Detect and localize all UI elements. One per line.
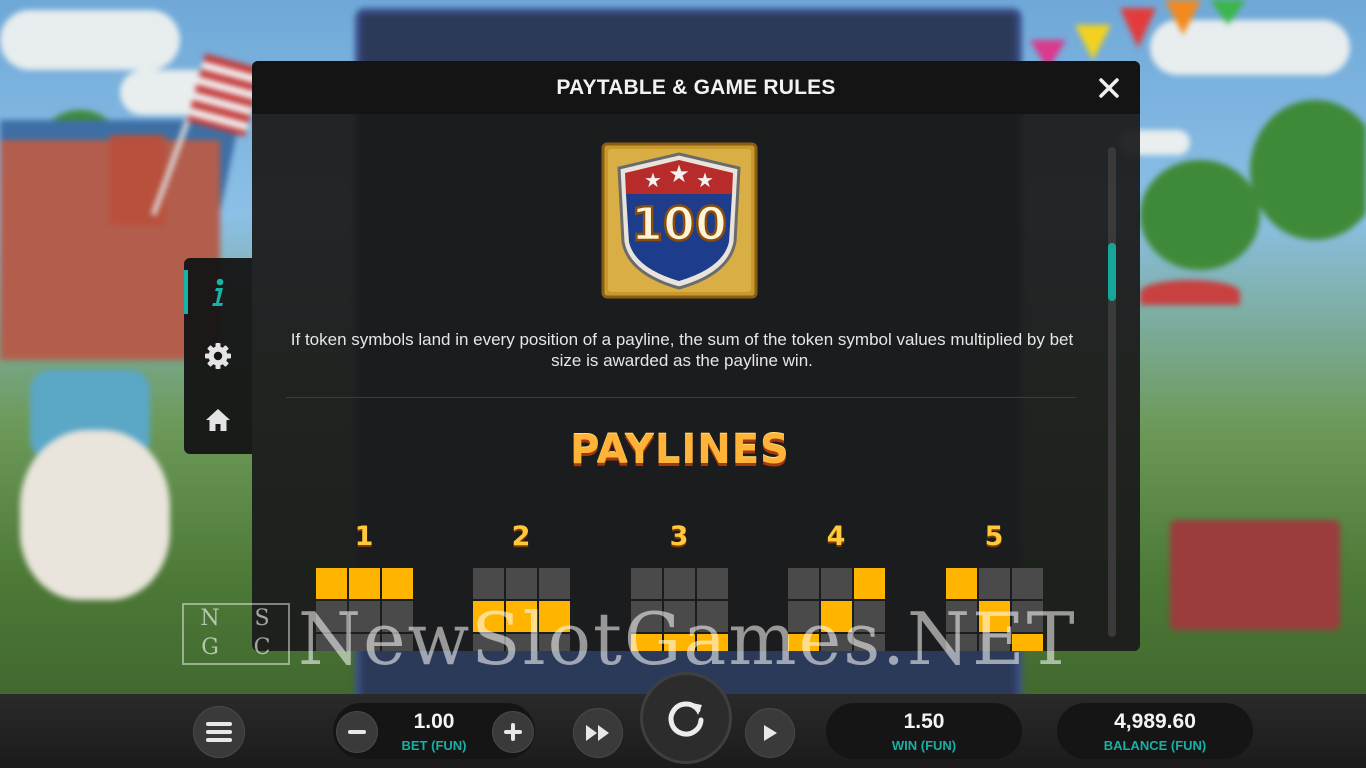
gear-icon: [205, 343, 231, 369]
watermark-text: NewSlotGames.NET: [298, 597, 1077, 681]
payline-cell-active: [945, 568, 977, 599]
paytable-dialog: PAYTABLE & GAME RULES ★ ★ ★ 100 If token…: [252, 61, 1140, 651]
win-label: WIN (FUN): [891, 738, 957, 753]
fast-forward-icon: [586, 725, 609, 741]
token-description: If token symbols land in every position …: [290, 330, 1074, 370]
hamburger-icon: [206, 722, 232, 742]
token-symbol: ★ ★ ★ 100: [601, 142, 758, 299]
watermark-logo-letter: S: [254, 606, 270, 631]
paylines-heading: PAYLINES: [570, 427, 790, 473]
side-menu-info[interactable]: [184, 262, 252, 322]
menu-button[interactable]: [193, 706, 245, 758]
side-menu: [184, 258, 252, 454]
home-icon: [206, 409, 230, 431]
info-icon: [212, 278, 224, 306]
active-indicator: [184, 270, 188, 314]
watermark-logo-letter: C: [253, 635, 271, 660]
payline-cell: [663, 568, 695, 599]
star-icon: ★: [644, 170, 662, 192]
plus-icon: [504, 723, 522, 741]
balance-label: BALANCE (FUN): [1103, 738, 1207, 753]
payline-number: 3: [669, 521, 689, 552]
payline-cell-active: [381, 568, 413, 599]
payline-cell: [1011, 568, 1043, 599]
payline-cell-active: [348, 568, 380, 599]
turbo-button[interactable]: [573, 708, 623, 758]
star-icon: ★: [696, 170, 714, 192]
watermark-logo-letter: N: [200, 606, 220, 631]
balance-value: 4,989.60: [1114, 710, 1196, 733]
payline-cell: [630, 568, 662, 599]
payline-cell-active: [853, 568, 885, 599]
bet-decrease-button[interactable]: [336, 711, 378, 753]
watermark-logo: N S G C: [182, 603, 290, 665]
watermark-logo-letter: G: [201, 635, 219, 660]
payline-cell: [505, 568, 537, 599]
payline-cell: [696, 568, 728, 599]
payline-cell: [820, 568, 852, 599]
balance-panel: 4,989.60 BALANCE (FUN): [1057, 703, 1253, 759]
payline-cell-active: [315, 568, 347, 599]
token-value: 100: [631, 197, 727, 251]
payline-number: 5: [984, 521, 1004, 552]
star-icon: ★: [668, 161, 690, 188]
side-menu-settings[interactable]: [184, 326, 252, 386]
play-icon: [764, 725, 777, 741]
payline-cell: [538, 568, 570, 599]
payline-cell: [978, 568, 1010, 599]
win-panel: 1.50 WIN (FUN): [826, 703, 1022, 759]
dialog-title: PAYTABLE & GAME RULES: [556, 75, 836, 99]
spin-button[interactable]: [640, 672, 732, 764]
minus-icon: [348, 730, 366, 734]
close-icon[interactable]: [1094, 73, 1124, 103]
payline-number: 1: [354, 521, 374, 552]
payline-cell: [472, 568, 504, 599]
scrollbar[interactable]: [1108, 147, 1116, 637]
bet-increase-button[interactable]: [492, 711, 534, 753]
side-menu-home[interactable]: [184, 390, 252, 450]
dialog-header: PAYTABLE & GAME RULES: [252, 61, 1140, 114]
payline-cell: [787, 568, 819, 599]
scrollbar-thumb[interactable]: [1108, 243, 1116, 301]
payline-number: 2: [511, 521, 531, 552]
autoplay-button[interactable]: [745, 708, 795, 758]
payline-number: 4: [826, 521, 846, 552]
spin-icon: [668, 701, 704, 737]
win-value: 1.50: [903, 710, 945, 733]
divider: [286, 397, 1076, 398]
